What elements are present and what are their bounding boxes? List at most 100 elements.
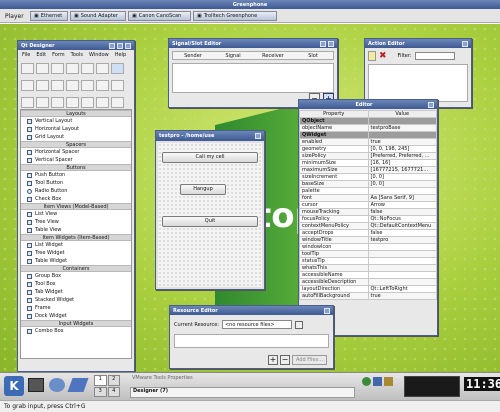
close-icon[interactable] [255, 133, 261, 139]
widget-item[interactable]: List Widget [21, 241, 131, 249]
pointer-icon[interactable] [96, 63, 109, 74]
add-files-button[interactable]: Add Files... [291, 355, 327, 365]
menu-window[interactable]: Window [89, 52, 109, 58]
task-greenphone[interactable]: ▣ Trolltech Greenphone [193, 11, 277, 21]
menu-file[interactable]: File [22, 52, 30, 58]
property-row[interactable]: layoutDirection Qt::LeftToRight [299, 285, 437, 293]
testpro-titlebar[interactable]: testpro - /home/use [156, 131, 264, 141]
widget-item[interactable]: List View [21, 210, 131, 218]
task-vmware[interactable]: VMware Tools Properties [130, 375, 355, 386]
property-row[interactable]: enabled true [299, 138, 437, 146]
task-sound[interactable]: ▣ Sound Adapter [70, 11, 126, 21]
widget-item[interactable]: Group Box [21, 272, 131, 280]
action-list[interactable] [368, 64, 468, 102]
edit-resource-icon[interactable] [294, 320, 303, 329]
desktop-2[interactable]: 2 [107, 375, 120, 386]
property-row[interactable]: accessibleName [299, 271, 437, 279]
property-row[interactable]: statusTip [299, 257, 437, 265]
widget-item[interactable]: Tab Widget [21, 288, 131, 296]
property-row[interactable]: autoFillBackground true [299, 292, 437, 300]
save-icon[interactable] [51, 80, 64, 91]
section-layouts[interactable]: Layouts [21, 110, 131, 117]
widget-item[interactable]: Frame [21, 304, 131, 312]
widget-item[interactable]: Horizontal Layout [21, 125, 131, 133]
break-layout-icon[interactable] [96, 96, 109, 108]
widget-item[interactable]: Dock Widget [21, 312, 131, 320]
widget-item[interactable]: Tool Button [21, 179, 131, 187]
section-spacers[interactable]: Spacers [21, 141, 131, 148]
property-row[interactable]: accessibleDescription [299, 278, 437, 286]
paste-icon[interactable] [51, 63, 64, 74]
network-tray-icon[interactable] [362, 377, 371, 386]
section-containers[interactable]: Containers [21, 265, 131, 272]
resource-combo[interactable]: <no resource files> [221, 320, 292, 329]
resource-editor-titlebar[interactable]: Resource Editor [170, 306, 333, 315]
task-designer[interactable]: Designer (7) [130, 387, 355, 398]
section-buttons[interactable]: Buttons [21, 164, 131, 171]
desktop-1[interactable]: 1 [94, 375, 107, 386]
property-row[interactable]: windowTitle testpro [299, 236, 437, 244]
split-h-icon[interactable] [66, 96, 79, 108]
close-icon[interactable] [428, 101, 434, 108]
signal-slot-titlebar[interactable]: Signal/Slot Editor [169, 39, 337, 48]
property-row[interactable]: baseSize [0, 0] [299, 180, 437, 188]
minimize-icon[interactable] [320, 40, 326, 47]
widget-item[interactable]: Grid Layout [21, 133, 131, 141]
task-ethernet[interactable]: ▣ Ethernet [30, 11, 68, 21]
resource-tree[interactable] [174, 334, 329, 348]
property-row[interactable]: acceptDrops false [299, 229, 437, 237]
widget-item[interactable]: Combo Box [21, 327, 131, 335]
layout-grid-icon[interactable] [51, 96, 64, 108]
property-row[interactable]: cursor Arrow [299, 201, 437, 209]
clipboard-tray-icon[interactable] [384, 377, 393, 386]
property-row[interactable]: font Aa [Sans Serif, 9] [299, 194, 437, 202]
grid-icon[interactable] [111, 63, 124, 74]
property-row[interactable]: minimumSize [16, 16] [299, 159, 437, 167]
edit-widgets-icon[interactable] [66, 80, 79, 91]
property-row[interactable]: sizePolicy [Preferred, Preferred, ... [299, 152, 437, 160]
section-item-widgets[interactable]: Item Widgets (Item-Based) [21, 234, 131, 241]
property-row[interactable]: maximumSize [16777215, 1677721... [299, 166, 437, 174]
call-button[interactable]: Call my cell [162, 152, 258, 163]
property-row[interactable]: contextMenuPolicy Qt::DefaultContextMenu [299, 222, 437, 230]
property-row[interactable]: QObject [299, 117, 437, 125]
widget-item[interactable]: Tree Widget [21, 249, 131, 257]
editor-icon[interactable] [67, 378, 89, 392]
widget-item[interactable]: Stacked Widget [21, 296, 131, 304]
task-canon[interactable]: ▣ Canon CanoScan [128, 11, 191, 21]
menu-tools[interactable]: Tools [71, 52, 83, 58]
new-icon[interactable] [21, 80, 34, 91]
remove-prefix-button[interactable]: − [279, 355, 290, 365]
delete-action-icon[interactable]: ✖ [379, 51, 387, 61]
property-row[interactable]: whatsThis [299, 264, 437, 272]
widget-item[interactable]: Horizontal Spacer [21, 148, 131, 156]
widget-item[interactable]: Tree View [21, 218, 131, 226]
desktop-3[interactable]: 3 [94, 386, 107, 397]
signals-icon[interactable] [81, 80, 94, 91]
designer-titlebar[interactable]: Qt Designer [18, 41, 134, 50]
layout-vertical-icon[interactable] [36, 96, 49, 108]
property-row[interactable]: focusPolicy Qt::NoFocus [299, 215, 437, 223]
desktop-icon[interactable] [28, 378, 44, 392]
adjust-size-icon[interactable] [111, 96, 124, 108]
add-prefix-button[interactable]: + [267, 355, 278, 365]
widget-item[interactable]: Push Button [21, 171, 131, 179]
close-icon[interactable] [324, 307, 330, 314]
minimize-icon[interactable] [109, 42, 115, 49]
menu-form[interactable]: Form [52, 52, 65, 58]
widget-item[interactable]: Check Box [21, 195, 131, 203]
property-row[interactable]: windowIcon [299, 243, 437, 251]
close-icon[interactable] [328, 40, 334, 47]
layout-horizontal-icon[interactable] [21, 96, 34, 108]
property-editor-titlebar[interactable]: Editor [299, 100, 437, 109]
redo-icon[interactable] [81, 63, 94, 74]
copy-icon[interactable] [36, 63, 49, 74]
new-action-icon[interactable] [368, 51, 376, 61]
open-icon[interactable] [36, 80, 49, 91]
maximize-icon[interactable] [117, 42, 123, 49]
property-row[interactable]: objectName testproBase [299, 124, 437, 132]
widget-item[interactable]: Table Widget [21, 257, 131, 265]
widget-item[interactable]: Radio Button [21, 187, 131, 195]
konqueror-icon[interactable] [49, 378, 65, 392]
taborder-icon[interactable] [111, 80, 124, 91]
